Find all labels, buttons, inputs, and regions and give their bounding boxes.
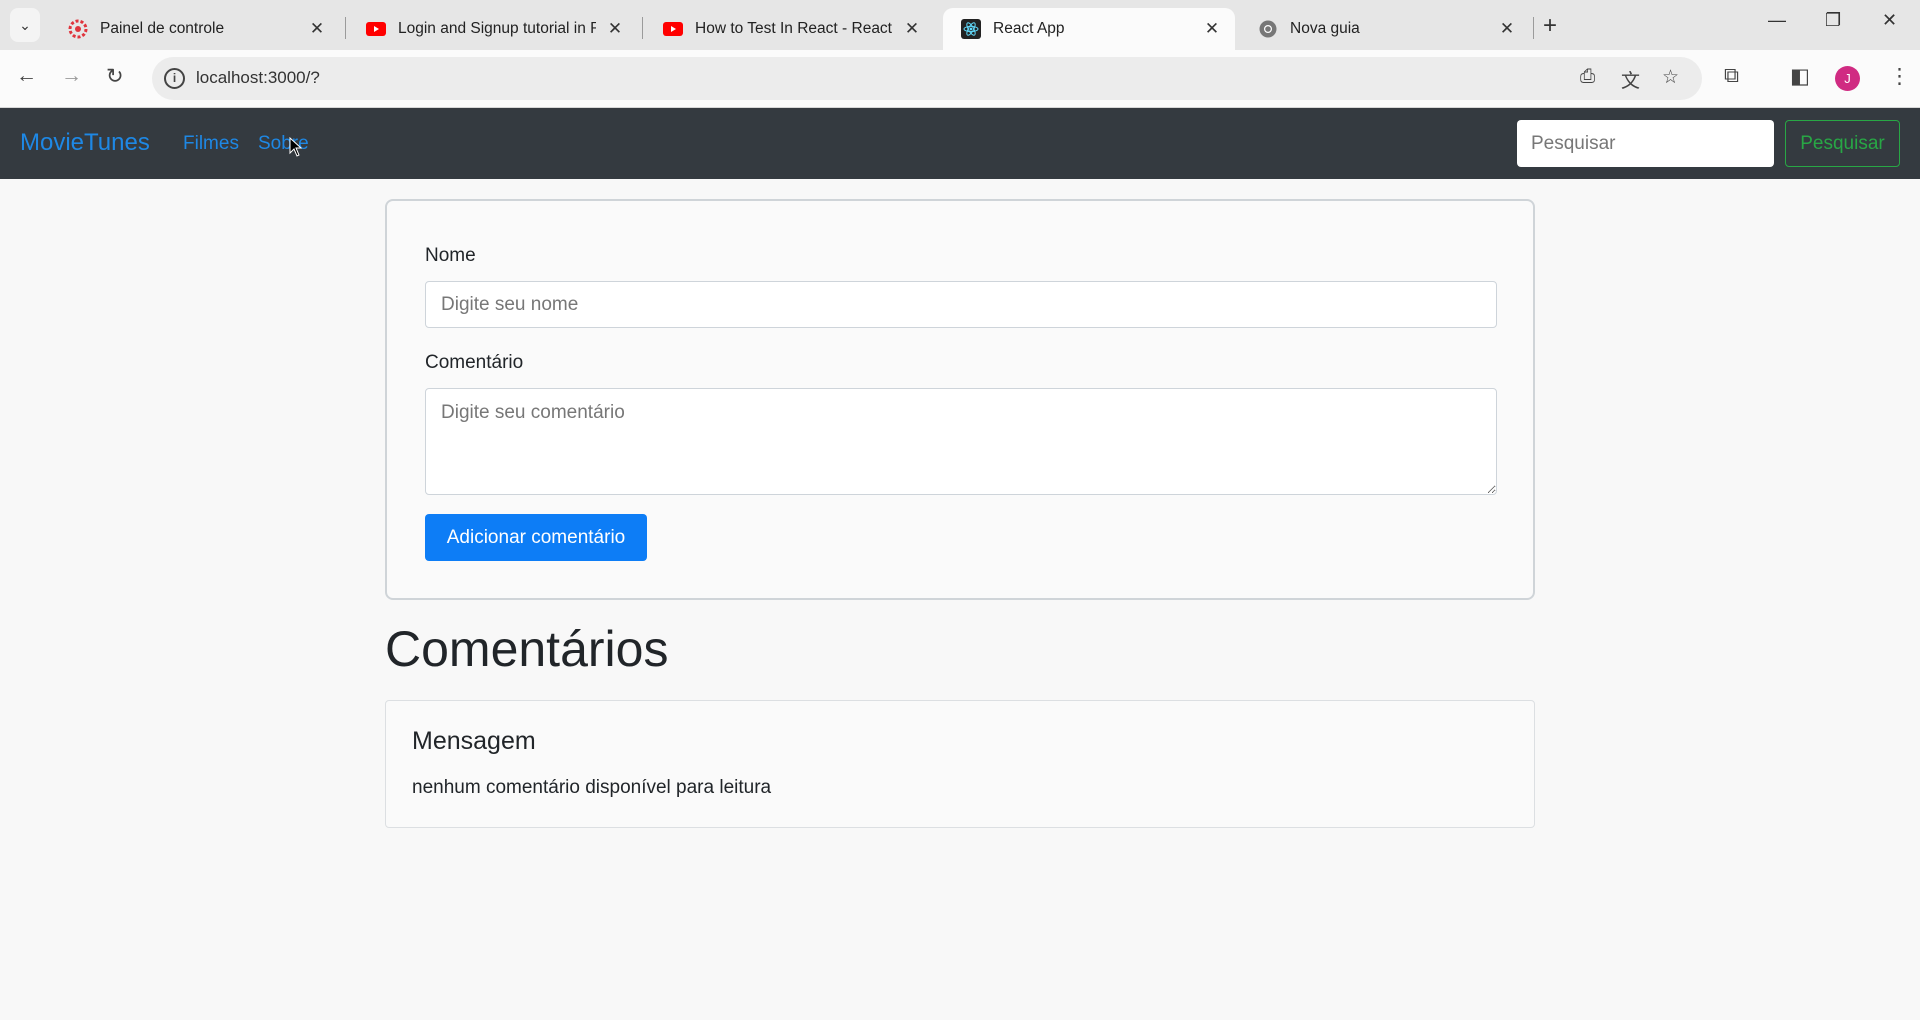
comment-card-title: Mensagem — [412, 727, 536, 755]
forward-arrow-icon[interactable]: → — [61, 64, 82, 88]
window-close-icon[interactable]: ✕ — [1882, 10, 1897, 31]
comment-card-text: nenhum comentário disponível para leitur… — [412, 777, 772, 798]
browser-toolbar: ← → ↻ i localhost:3000/? ⎙ 文 ☆ ⧉ ◧ J ⋮ — [0, 50, 1920, 108]
nav-link-filmes[interactable]: Filmes — [183, 133, 239, 155]
tab-title: Painel de controle — [100, 20, 225, 37]
extensions-icon[interactable]: ⧉ — [1724, 64, 1739, 88]
tab-title: How to Test In React - React Te — [695, 20, 893, 37]
close-icon[interactable]: ✕ — [308, 19, 326, 39]
search-button[interactable]: Pesquisar — [1785, 120, 1900, 167]
react-icon — [961, 19, 981, 39]
url-text[interactable]: localhost:3000/? — [196, 68, 320, 88]
reload-icon[interactable]: ↻ — [106, 64, 124, 89]
address-bar[interactable]: i localhost:3000/? ⎙ 文 ☆ — [152, 57, 1702, 100]
install-app-icon[interactable]: ⎙ — [1580, 66, 1595, 88]
comments-heading: Comentários — [385, 621, 669, 677]
app-navbar: MovieTunes Filmes Sobre Pesquisar — [0, 108, 1920, 179]
chrome-icon — [1258, 19, 1278, 39]
tab-react-app[interactable]: React App ✕ — [943, 8, 1235, 50]
name-field[interactable] — [425, 281, 1497, 328]
avatar[interactable]: J — [1835, 66, 1860, 91]
tab-title: Login and Signup tutorial in R — [398, 20, 596, 37]
tab-divider — [345, 17, 346, 39]
minimize-icon[interactable]: — — [1768, 10, 1786, 31]
youtube-icon — [366, 19, 386, 39]
back-arrow-icon[interactable]: ← — [16, 64, 37, 88]
tab-how-to-test[interactable]: How to Test In React - React Te ✕ — [645, 8, 935, 50]
brand-logo[interactable]: MovieTunes — [20, 129, 150, 157]
tab-title: Nova guia — [1290, 20, 1360, 37]
side-panel-icon[interactable]: ◧ — [1790, 64, 1810, 89]
tab-nova-guia[interactable]: Nova guia ✕ — [1240, 8, 1530, 50]
tab-login-signup[interactable]: Login and Signup tutorial in R ✕ — [348, 8, 638, 50]
close-icon[interactable]: ✕ — [606, 19, 624, 39]
tab-title: React App — [993, 20, 1065, 37]
name-label: Nome — [425, 245, 476, 266]
comment-label: Comentário — [425, 352, 524, 373]
tab-divider — [642, 17, 643, 39]
translate-icon[interactable]: 文 — [1621, 66, 1640, 93]
restore-icon[interactable]: ❐ — [1825, 10, 1841, 31]
tab-divider — [1533, 17, 1534, 39]
chevron-down-icon: ⌄ — [19, 16, 31, 33]
mouse-cursor-icon — [289, 137, 303, 157]
tab-painel[interactable]: Painel de controle ✕ — [50, 8, 340, 50]
comment-textarea[interactable] — [425, 388, 1497, 495]
new-tab-plus-icon[interactable]: + — [1543, 12, 1557, 40]
site-info-icon[interactable]: i — [164, 68, 185, 89]
add-comment-button[interactable]: Adicionar comentário — [425, 514, 647, 561]
browser-tab-strip: ⌄ Painel de controle ✕ Login and Signup … — [0, 0, 1920, 50]
comment-form-card: Nome Comentário Adicionar comentário — [385, 199, 1535, 600]
comment-card: Mensagem nenhum comentário disponível pa… — [385, 700, 1535, 828]
more-menu-icon[interactable]: ⋮ — [1889, 64, 1910, 89]
tab-search-button[interactable]: ⌄ — [10, 8, 40, 42]
youtube-icon — [663, 19, 683, 39]
gear-flower-icon — [68, 19, 88, 39]
star-icon[interactable]: ☆ — [1662, 66, 1679, 89]
search-input[interactable] — [1517, 120, 1774, 167]
close-icon[interactable]: ✕ — [903, 19, 921, 39]
close-icon[interactable]: ✕ — [1203, 19, 1221, 39]
close-icon[interactable]: ✕ — [1498, 19, 1516, 39]
